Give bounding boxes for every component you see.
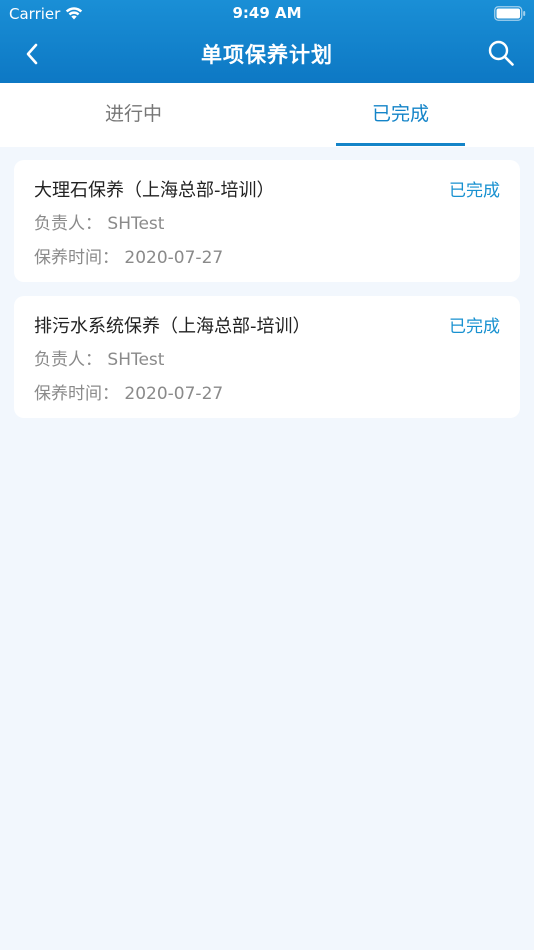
tab-bar: 进行中 已完成 (0, 83, 534, 147)
owner-label: 负责人： (34, 214, 102, 234)
status-label: 已完成 (449, 317, 500, 337)
status-label: 已完成 (449, 181, 500, 201)
owner-value: SHTest (107, 214, 165, 234)
tab-selected-indicator (336, 143, 465, 146)
plan-title: 大理石保养（上海总部-培训） (34, 180, 275, 201)
owner-value: SHTest (107, 350, 165, 370)
page-title: 单项保养计划 (201, 43, 333, 67)
owner-label: 负责人： (34, 350, 102, 370)
date-value: 2020-07-27 (124, 248, 224, 268)
tab-completed[interactable]: 已完成 (267, 83, 534, 147)
date-label: 保养时间： (34, 384, 119, 404)
owner-row: 负责人： SHTest (34, 209, 164, 234)
status-bar: Carrier 9:49 AM (0, 0, 534, 28)
plan-card[interactable]: 大理石保养（上海总部-培训） 已完成 负责人： SHTest 保养时间： 202… (14, 160, 520, 282)
battery-icon (494, 6, 526, 21)
date-label: 保养时间： (34, 248, 119, 268)
date-value: 2020-07-27 (124, 384, 224, 404)
owner-row: 负责人： SHTest (34, 345, 164, 370)
plan-card[interactable]: 排污水系统保养（上海总部-培训） 已完成 负责人： SHTest 保养时间： 2… (14, 296, 520, 418)
top-bar: Carrier 9:49 AM 单项保养计划 (0, 0, 534, 83)
clock: 9:49 AM (232, 4, 302, 22)
navigation-bar: 单项保养计划 (0, 28, 534, 83)
plan-title: 排污水系统保养（上海总部-培训） (34, 316, 311, 337)
search-icon[interactable] (486, 38, 516, 68)
tab-in-progress[interactable]: 进行中 (0, 83, 267, 147)
date-row: 保养时间： 2020-07-27 (34, 243, 223, 268)
date-row: 保养时间： 2020-07-27 (34, 379, 223, 404)
